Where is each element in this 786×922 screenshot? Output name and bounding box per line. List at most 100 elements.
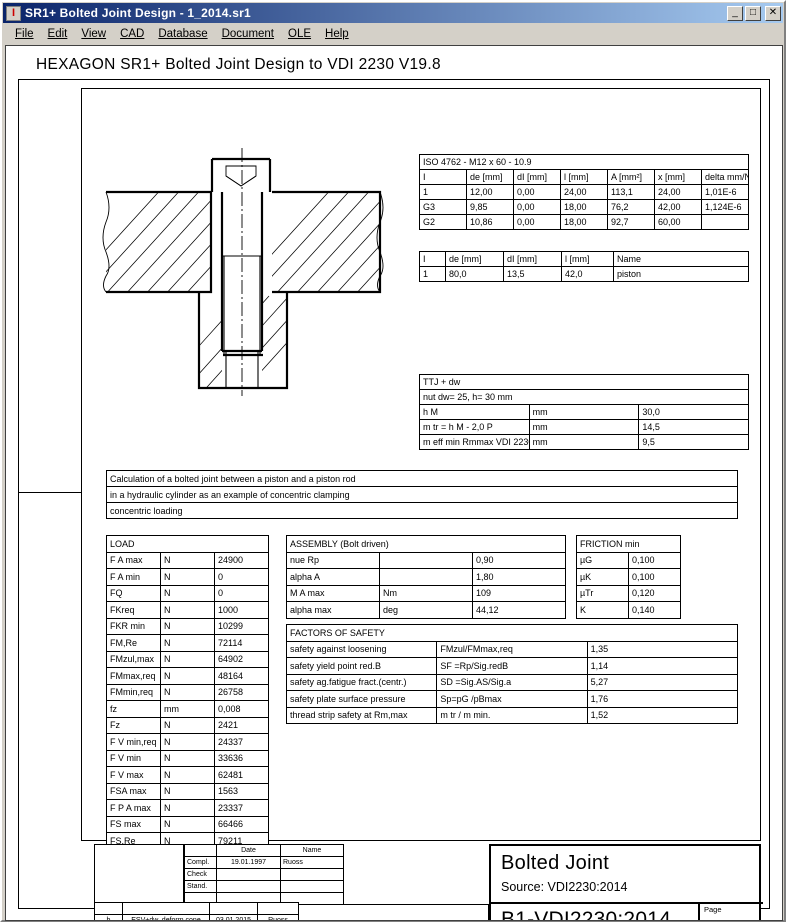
row-label: Stand. (184, 880, 217, 893)
close-icon[interactable]: ✕ (765, 5, 781, 21)
menu-edit[interactable]: Edit (41, 26, 75, 42)
table-row: 1 80,0 13,5 42,0 piston (419, 266, 749, 282)
table-row: F V min N 33636 (106, 749, 269, 767)
row-label: FKreq (106, 601, 161, 619)
row-value: 24900 (214, 551, 269, 569)
row-value: 0,140 (628, 601, 681, 619)
cell: 1 (419, 266, 446, 282)
row-label: F A max (106, 551, 161, 569)
col-header: Name (613, 251, 749, 267)
table-row: ASSEMBLY (Bolt driven) (286, 535, 566, 553)
row-value: 44,12 (472, 601, 566, 619)
col-header: de [mm] (466, 169, 514, 185)
row-label: µTr (576, 584, 629, 602)
friction-table: FRICTION min µG 0,100 µK 0,100 µTr 0,120 K0… (576, 535, 681, 619)
table-row: in a hydraulic cylinder as an example of… (106, 486, 738, 503)
row-value: 62481 (214, 766, 269, 784)
friction-title: FRICTION min (576, 535, 681, 553)
row-label: FMzul,max (106, 650, 161, 668)
row-value: 0,100 (628, 568, 681, 586)
row-unit: N (160, 551, 215, 569)
drawing-canvas: HEXAGON SR1+ Bolted Joint Design to VDI … (5, 45, 783, 921)
row-unit: mm (528, 419, 640, 435)
cell: 18,00 (560, 214, 608, 230)
col-header: delta mm/N (701, 169, 749, 185)
cell: 80,0 (445, 266, 504, 282)
col-header: A [mm²] (607, 169, 655, 185)
table-row: b ESV+dw, deform.cone 03.01.2015 Ruoss (94, 914, 299, 920)
menu-ole-label: OLE (288, 27, 312, 40)
menu-bar: File Edit View CAD Database Document OLE… (2, 24, 784, 44)
menu-help[interactable]: Help (318, 26, 356, 42)
table-row: safety ag.fatigue fract.(centr.) SD =Sig.… (285, 673, 739, 691)
row-unit: N (160, 716, 215, 734)
row-unit (379, 568, 473, 586)
iso-table-title: ISO 4762 - M12 x 60 - 10.9 (419, 154, 749, 170)
row-unit (379, 551, 473, 569)
cell: 24,00 (654, 184, 702, 200)
row-value: 0 (214, 584, 269, 602)
menu-view[interactable]: View (74, 26, 113, 42)
col-header: l [mm] (561, 251, 614, 267)
col-header (184, 844, 217, 857)
row-label: FSA max (106, 782, 161, 800)
menu-ole[interactable]: OLE (281, 26, 318, 42)
row-date: 19.01.1997 (216, 856, 281, 869)
table-row: Compl. 19.01.1997 Ruoss (184, 856, 344, 869)
cell (209, 902, 258, 915)
cell: 9,85 (466, 199, 514, 215)
cell (122, 902, 210, 915)
table-row: nue Rp 0,90 (286, 551, 566, 569)
title-block-left-blank (94, 844, 184, 902)
row-value: 1,52 (586, 706, 739, 724)
thread-engagement-table: TTJ + dw nut dw= 25, h= 30 mm h M mm 30,… (419, 374, 749, 450)
table-row: F A min N 0 (106, 568, 269, 586)
table-row: FMmin,req N 26758 (106, 683, 269, 701)
app-icon: I (6, 5, 21, 21)
row-name (280, 868, 344, 881)
row-formula: SD =Sig.AS/Sig.a (436, 673, 588, 691)
row-value: 1,35 (586, 640, 739, 658)
row-unit: N (160, 568, 215, 586)
menu-edit-label: Edit (47, 27, 68, 40)
table-row: G2 10,86 0,00 18,00 92,7 60,00 (419, 214, 749, 230)
row-value: 0,120 (628, 584, 681, 602)
menu-document[interactable]: Document (215, 26, 281, 42)
row-unit: N (160, 584, 215, 602)
menu-file[interactable]: File (8, 26, 41, 42)
plate-table: I de [mm] dI [mm] l [mm] Name 1 80,0 13,… (419, 251, 749, 282)
row-label: Check (184, 868, 217, 881)
maximize-icon[interactable]: □ (745, 5, 761, 21)
cell: 1,124E-6 (701, 199, 749, 215)
assembly-table: ASSEMBLY (Bolt driven) nue Rp 0,90 alpha … (286, 535, 566, 619)
col-header: I (419, 169, 467, 185)
table-row: m tr = h M - 2,0 P mm 14,5 (419, 419, 749, 435)
row-unit: mm (528, 434, 640, 450)
row-value: 33636 (214, 749, 269, 767)
row-value: 1,76 (586, 690, 739, 708)
menu-database[interactable]: Database (151, 26, 214, 42)
minimize-icon[interactable]: _ (727, 5, 743, 21)
menu-cad[interactable]: CAD (113, 26, 151, 42)
cell: 24,00 (560, 184, 608, 200)
row-formula: FMzul/FMmax,req (436, 640, 588, 658)
table-row: Stand. (184, 880, 344, 893)
menu-file-label: File (15, 27, 34, 40)
cell: 76,2 (607, 199, 655, 215)
cell (257, 902, 299, 915)
row-value: 2421 (214, 716, 269, 734)
row-label: Fz (106, 716, 161, 734)
application-window: I SR1+ Bolted Joint Design - 1_2014.sr1 … (0, 0, 786, 922)
row-value: 30,0 (638, 404, 749, 420)
drawing-id: B1-VDI2230:2014 (501, 908, 671, 921)
table-row: Check (184, 868, 344, 881)
row-value: 109 (472, 584, 566, 602)
col-header: de [mm] (445, 251, 504, 267)
rev-date: 03.01.2015 (209, 914, 258, 920)
title-block-right: Bolted Joint Source: VDI2230:2014 B1-VDI… (489, 844, 763, 921)
row-value: 1000 (214, 601, 269, 619)
cell (94, 902, 123, 915)
cell (701, 214, 749, 230)
row-label: thread strip safety at Rm,max (285, 706, 438, 724)
row-label: FM,Re (106, 634, 161, 652)
